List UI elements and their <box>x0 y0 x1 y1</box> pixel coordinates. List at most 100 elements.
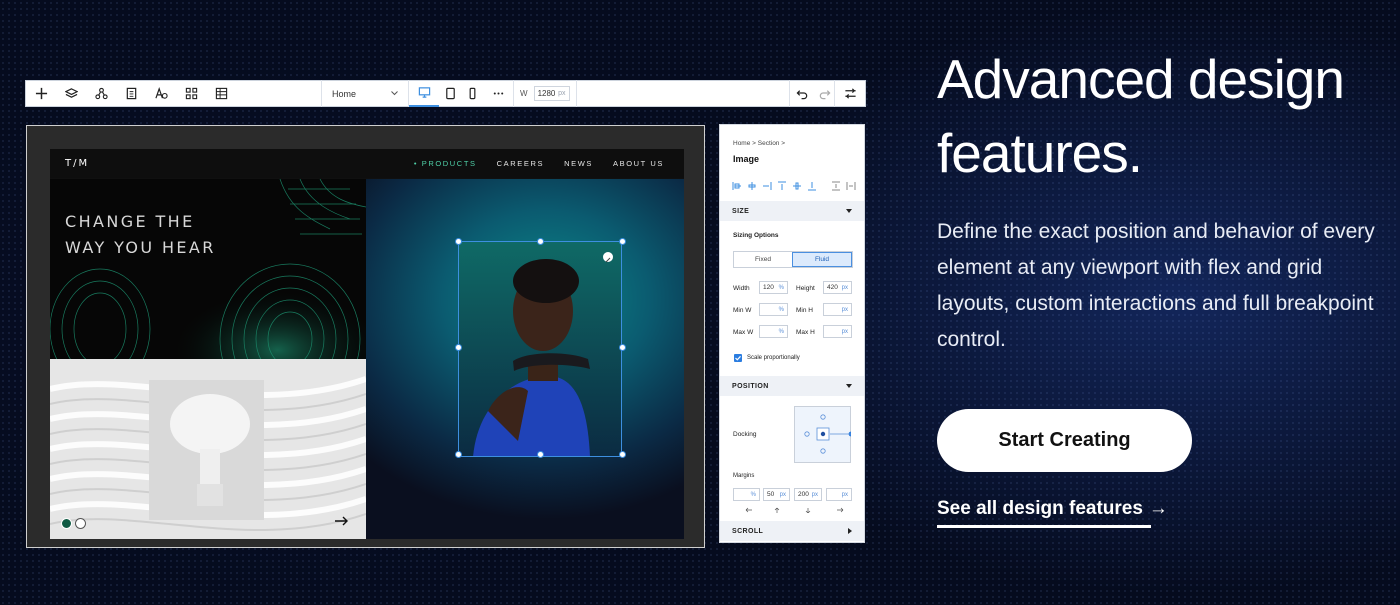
more-icon <box>493 92 503 95</box>
resize-handle[interactable] <box>619 451 626 458</box>
viewport-width-field: W 1280 px <box>514 86 576 101</box>
add-element-button[interactable] <box>26 81 56 107</box>
breadcrumb[interactable]: Home > Section > <box>733 140 785 147</box>
min-width-input[interactable]: % <box>759 303 788 316</box>
max-height-unit: px <box>841 328 848 335</box>
undo-button[interactable] <box>790 81 814 107</box>
connect-icon <box>94 87 108 100</box>
max-height-input[interactable]: px <box>823 325 852 338</box>
sizing-fluid-option[interactable]: Fluid <box>792 252 852 267</box>
nav-item-news[interactable]: NEWS <box>564 159 593 168</box>
width-input-unit: % <box>778 284 784 291</box>
redo-button[interactable] <box>814 81 834 107</box>
height-input[interactable]: 420 px <box>823 281 852 294</box>
desktop-view-button[interactable] <box>409 80 439 107</box>
apps-grid-icon <box>185 87 197 100</box>
mobile-view-button[interactable] <box>461 81 483 107</box>
layers-icon <box>64 88 78 98</box>
pages-button[interactable] <box>116 81 146 107</box>
divider <box>575 80 577 107</box>
text-style-icon <box>154 87 168 99</box>
min-width-unit: % <box>778 306 784 313</box>
caret-down-icon <box>846 384 852 388</box>
apps-grid-button[interactable] <box>176 81 206 107</box>
position-section-header[interactable]: POSITION <box>720 376 864 396</box>
caret-right-icon <box>848 528 852 534</box>
margin-top-input[interactable]: 50 px <box>763 488 790 501</box>
align-center-v-icon[interactable] <box>792 181 802 191</box>
width-input-value: 120 <box>763 284 774 291</box>
arrow-right-icon[interactable] <box>335 516 349 526</box>
edit-image-button[interactable] <box>603 252 613 263</box>
resize-handle[interactable] <box>455 344 462 351</box>
redo-icon <box>819 90 830 100</box>
scale-proportionally-label: Scale proportionally <box>747 355 800 361</box>
page-select[interactable]: Home <box>322 81 408 107</box>
chevron-down-icon <box>391 91 398 96</box>
sizing-fixed-option[interactable]: Fixed <box>734 252 792 267</box>
more-options-button[interactable] <box>483 81 513 107</box>
feature-description: Define the exact position and behavior o… <box>937 220 1375 351</box>
margin-right-unit: px <box>811 491 818 498</box>
connect-button[interactable] <box>86 81 116 107</box>
scroll-section-header[interactable]: SCROLL <box>720 521 864 541</box>
slider-dot-active[interactable] <box>61 518 72 529</box>
resize-handle[interactable] <box>455 238 462 245</box>
undo-icon <box>796 90 807 100</box>
width-input[interactable]: 120% <box>759 281 788 294</box>
selection-frame <box>458 241 622 457</box>
width-value: 1280 <box>537 89 556 98</box>
align-center-h-icon[interactable] <box>747 181 757 191</box>
wireframe-headphones-graphic <box>50 179 366 359</box>
size-section-header[interactable]: SIZE <box>720 201 864 221</box>
layers-button[interactable] <box>56 81 86 107</box>
see-all-features-link[interactable]: See all design features → <box>937 498 1168 520</box>
editor-toolbar: Home W 1280 px <box>25 80 866 107</box>
checkmark-icon <box>735 355 741 361</box>
min-height-input[interactable]: px <box>823 303 852 316</box>
nav-item-careers[interactable]: CAREERS <box>497 159 544 168</box>
margin-bottom-input[interactable]: px <box>826 488 852 501</box>
slider-dot[interactable] <box>75 518 86 529</box>
start-creating-button[interactable]: Start Creating <box>937 409 1192 472</box>
resize-handle[interactable] <box>619 238 626 245</box>
margin-right-input[interactable]: 200 px <box>794 488 822 501</box>
tablet-view-button[interactable] <box>439 81 461 107</box>
hero-heading-line1: CHANGE THE <box>65 212 195 231</box>
site-logo[interactable]: T/M <box>65 158 89 169</box>
width-label: Width <box>733 285 750 292</box>
resize-handle[interactable] <box>619 344 626 351</box>
align-bottom-icon[interactable] <box>807 181 817 191</box>
align-right-icon[interactable] <box>762 181 772 191</box>
page-headline: Advanced design features. <box>937 42 1397 190</box>
hero-heading-line2: WAY YOU HEAR <box>65 238 216 257</box>
distribute-horizontal-icon[interactable] <box>846 181 856 191</box>
desktop-icon <box>418 87 430 98</box>
align-top-icon[interactable] <box>777 181 787 191</box>
max-width-input[interactable]: % <box>759 325 788 338</box>
alignment-toolbar <box>732 181 856 191</box>
scale-proportionally-checkbox[interactable] <box>734 354 742 362</box>
align-left-icon[interactable] <box>732 181 742 191</box>
margin-left-input[interactable]: % <box>733 488 760 501</box>
nav-item-products[interactable]: • PRODUCTS <box>414 159 477 168</box>
table-button[interactable] <box>206 81 236 107</box>
text-style-button[interactable] <box>146 81 176 107</box>
margin-left-unit: % <box>750 491 756 498</box>
nav-item-about-us[interactable]: ABOUT US <box>613 159 664 168</box>
settings-toggle-button[interactable] <box>835 81 865 107</box>
resize-handle[interactable] <box>537 451 544 458</box>
height-input-value: 420 <box>827 284 838 291</box>
inspector-panel: Home > Section > Image SIZE Sizing Optio… <box>719 124 865 543</box>
resize-handle[interactable] <box>455 451 462 458</box>
page-select-value: Home <box>332 88 357 99</box>
site-preview: T/M • PRODUCTS CAREERS NEWS ABOUT US CHA… <box>50 149 684 539</box>
distribute-vertical-icon[interactable] <box>831 181 841 191</box>
position-header-label: POSITION <box>732 382 769 390</box>
viewport-width-input[interactable]: 1280 px <box>533 86 570 101</box>
pencil-icon <box>605 257 611 263</box>
resize-handle[interactable] <box>537 238 544 245</box>
margin-bottom-unit: px <box>841 491 848 498</box>
docking-control[interactable] <box>794 406 851 463</box>
white-waves-graphic <box>50 359 366 539</box>
